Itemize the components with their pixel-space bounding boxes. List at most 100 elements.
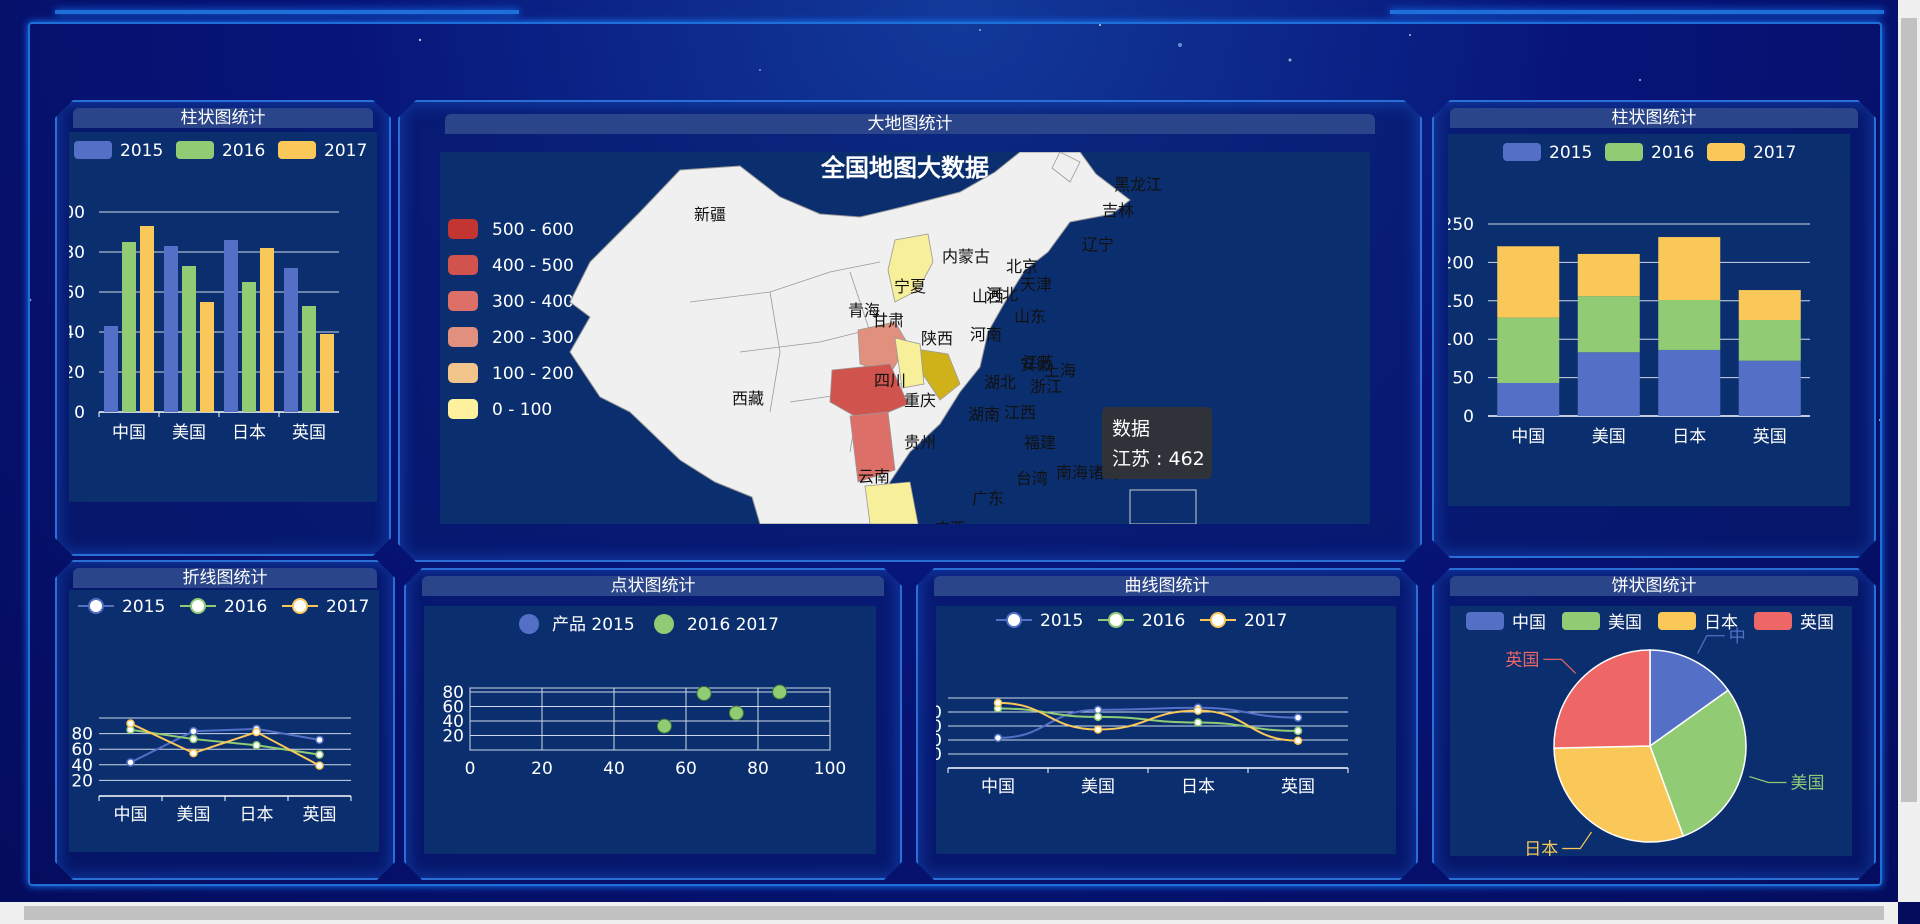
pie-outer-label: 日本 xyxy=(1524,840,1558,856)
panel-bar-chart-left: 柱状图统计 2015 2016 2017 0 20 40 60 80 100 中国 美国 日本 英国 xyxy=(55,100,391,556)
horizontal-scrollbar[interactable] xyxy=(0,902,1898,924)
y-tick-label: 0 xyxy=(1463,407,1474,427)
bar-chart-left: 2015 2016 2017 0 20 40 60 80 100 中国 美国 日本 英国 xyxy=(69,132,377,502)
x-tick-label: 中国 xyxy=(981,777,1015,797)
legend-marker xyxy=(89,599,103,613)
legend-label: 2015 xyxy=(122,597,165,617)
panel-scatter-chart: 点状图统计 产品 2015 2016 2017 20 40 60 80 0 20 40 60 80 1… xyxy=(404,568,902,880)
scatter-point xyxy=(657,719,671,733)
horizontal-scrollbar-thumb[interactable] xyxy=(24,906,1884,920)
pie-outer-label: 美国 xyxy=(1791,773,1825,793)
pie-slice xyxy=(1554,650,1650,748)
panel-pie-chart: 饼状图统计 中国 美国 日本 英国 英国 美国 日本中 xyxy=(1432,568,1876,880)
x-tick-label: 日本 xyxy=(1181,777,1215,797)
legend-marker xyxy=(293,599,307,613)
region-label: 辽宁 xyxy=(1082,235,1114,254)
region-label: 吉林 xyxy=(1102,201,1134,220)
panel-title: 折线图统计 xyxy=(73,568,377,588)
legend-label: 2017 xyxy=(1244,611,1287,631)
curve-chart-svg: 20152016201720406080中国美国日本英国 xyxy=(936,606,1396,854)
data-point xyxy=(1195,719,1202,726)
legend-swatch xyxy=(176,141,214,159)
region-label: 北京 xyxy=(1006,257,1038,276)
data-point xyxy=(316,751,323,758)
legend-label: 2017 xyxy=(326,597,369,617)
pie-label-line xyxy=(1562,832,1591,849)
bar xyxy=(302,306,316,412)
region-label: 四川 xyxy=(874,371,906,390)
region-label: 陕西 xyxy=(921,329,953,348)
panel-map: 大地图统计 全国地图大数据 500 - 600 400 - 500 300 - 400… xyxy=(398,100,1422,562)
x-tick-label: 中国 xyxy=(112,423,146,443)
data-point xyxy=(1095,706,1102,713)
y-tick-label: 20 xyxy=(69,363,85,383)
data-point xyxy=(253,729,260,736)
stacked-bar-segment xyxy=(1658,300,1720,350)
legend-swatch xyxy=(1466,612,1504,630)
map-legend-label: 200 - 300 xyxy=(492,328,574,348)
x-tick-label: 60 xyxy=(675,759,697,779)
pie-outer-label: 中 xyxy=(1729,627,1746,647)
bar xyxy=(320,334,334,412)
map-legend-label: 0 - 100 xyxy=(492,400,552,420)
legend-label: 2017 xyxy=(1753,143,1796,163)
vertical-scrollbar[interactable] xyxy=(1898,0,1920,902)
x-tick-label: 20 xyxy=(531,759,553,779)
stacked-bar-segment xyxy=(1739,361,1801,416)
stacked-bar-segment xyxy=(1658,237,1720,300)
y-tick-label: 100 xyxy=(69,203,85,223)
map-legend-label: 300 - 400 xyxy=(492,292,574,312)
south-sea-inset xyxy=(1130,490,1196,524)
bar xyxy=(284,268,298,412)
map-legend-label: 400 - 500 xyxy=(492,256,574,276)
data-point xyxy=(316,736,323,743)
map-legend-swatch xyxy=(448,219,478,239)
legend-label: 2015 xyxy=(1040,611,1083,631)
vertical-scrollbar-thumb[interactable] xyxy=(1901,18,1917,802)
region-label: 河北 xyxy=(986,285,1018,304)
data-point xyxy=(1195,707,1202,714)
data-point xyxy=(995,734,1002,741)
legend-marker xyxy=(191,599,205,613)
pie-label-line xyxy=(1543,659,1575,673)
panel-title: 柱状图统计 xyxy=(73,108,373,128)
legend-swatch xyxy=(1605,143,1643,161)
x-tick-label: 中国 xyxy=(1511,427,1545,447)
panel-title: 点状图统计 xyxy=(422,576,884,596)
top-frame-left xyxy=(55,10,519,14)
y-tick-label: 50 xyxy=(1452,369,1474,389)
pie-chart-svg: 中国 美国 日本 英国英国美国日本中 xyxy=(1450,606,1852,856)
data-point xyxy=(1095,713,1102,720)
y-tick-label: 100 xyxy=(1448,330,1474,350)
bar xyxy=(200,302,214,412)
stacked-bar-segment xyxy=(1578,296,1640,352)
bar xyxy=(182,266,196,412)
legend-label: 2016 xyxy=(1651,143,1694,163)
data-point xyxy=(1095,726,1102,733)
line-chart-svg: 2015 2016 201720406080中国 美国 日本 英国 xyxy=(69,590,379,852)
map-chart-svg: 全国地图大数据 500 - 600 400 - 500 300 - 400 200 - … xyxy=(440,152,1370,524)
x-tick-label: 日本 xyxy=(1672,427,1706,447)
data-point xyxy=(253,742,260,749)
legend-swatch xyxy=(1658,612,1696,630)
region-label: 西藏 xyxy=(732,389,764,408)
data-point xyxy=(127,759,134,766)
region-label: 广西 xyxy=(934,519,966,524)
map-tooltip-title: 数据 xyxy=(1112,418,1150,440)
y-tick-label: 80 xyxy=(71,725,93,745)
stacked-bar-segment xyxy=(1578,254,1640,296)
y-tick-label: 40 xyxy=(69,323,85,343)
x-tick-label: 英国 xyxy=(292,423,326,443)
bar xyxy=(140,226,154,412)
data-point xyxy=(190,750,197,757)
region-label: 贵州 xyxy=(904,433,936,452)
x-tick-label: 80 xyxy=(747,759,769,779)
map-tooltip-value: 江苏 : 462 xyxy=(1112,448,1205,470)
legend-label: 英国 xyxy=(1800,613,1834,633)
bar-chart-left-svg: 2015 2016 2017 0 20 40 60 80 100 中国 美国 日本 英国 xyxy=(69,132,377,502)
y-tick-label: 0 xyxy=(74,403,85,423)
line-chart: 2015 2016 2017 20 40 60 80 中国 美国 日本 英国 xyxy=(69,590,379,852)
province-guangdong xyxy=(865,482,918,524)
map-legend-swatch xyxy=(448,291,478,311)
data-point xyxy=(190,736,197,743)
